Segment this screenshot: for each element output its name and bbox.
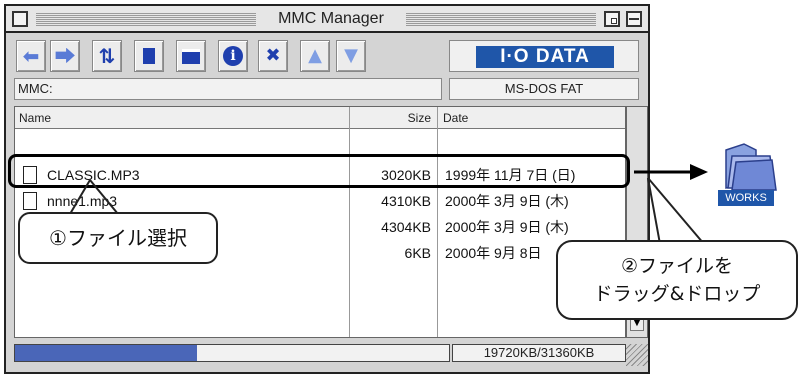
callout-pointer xyxy=(69,179,91,215)
step2-line1: ②ファイルを xyxy=(620,255,734,277)
callout-pointer xyxy=(647,177,705,245)
callout-pointer xyxy=(647,177,661,245)
annotation-overlay xyxy=(69,164,708,245)
step2-line2: ドラッグ&ドロップ xyxy=(593,283,761,305)
works-folder-label: WORKS xyxy=(718,190,774,206)
callout-pointer xyxy=(89,179,119,215)
step2-callout: ②ファイルを ドラッグ&ドロップ xyxy=(556,240,798,320)
drag-arrow-head xyxy=(690,164,708,180)
step1-callout: ①ファイル選択 xyxy=(18,212,218,264)
